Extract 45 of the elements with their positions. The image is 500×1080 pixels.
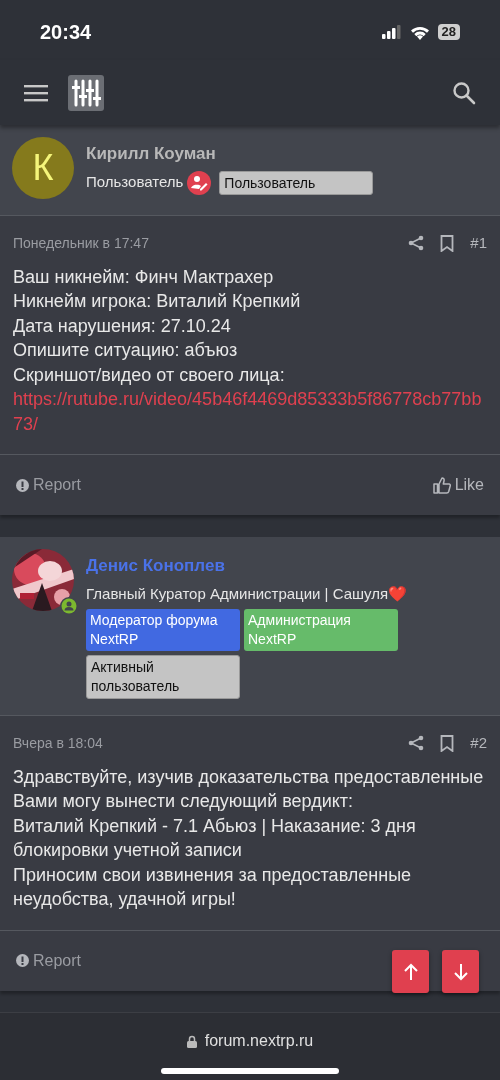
bookmark-icon[interactable] — [440, 234, 455, 252]
alert-icon — [16, 954, 29, 967]
share-icon[interactable] — [408, 735, 425, 752]
post-date[interactable]: Вчера в 18:04 — [13, 732, 103, 754]
user-banner: Активный пользователь — [86, 655, 240, 699]
post-date[interactable]: Понедельник в 17:47 — [13, 232, 149, 254]
arrow-up-icon — [402, 962, 419, 981]
post-text: Никнейм игрока: Виталий Крепкий — [13, 290, 302, 313]
lock-icon — [186, 1034, 197, 1048]
username-link[interactable]: Денис Коноплев — [86, 553, 408, 579]
share-icon[interactable] — [408, 235, 425, 252]
user-banner: Модератор форума NextRP — [86, 609, 240, 651]
user-banner: Администрация NextRP — [244, 609, 398, 651]
link[interactable]: https://rutube.ru/video/45b46f4469d85333b5f86778cb77bb73/ — [13, 387, 487, 436]
thumbs-up-icon — [432, 476, 451, 494]
username-link[interactable]: Кирилл Коуман — [86, 141, 374, 167]
post-text: Виталий Крепкий - 7.1 Абьюз | Наказание: 3 дня блокировки учетной записи — [13, 814, 417, 862]
user-title: Пользователь — [86, 172, 184, 193]
arrow-down-icon — [452, 962, 469, 981]
sliders-icon[interactable] — [68, 74, 104, 111]
bookmark-icon[interactable] — [440, 734, 455, 752]
scroll-down-button[interactable] — [442, 950, 479, 993]
avatar-letter[interactable]: К — [12, 137, 74, 199]
url-text[interactable]: forum.nextrp.ru — [204, 1029, 314, 1053]
user-banner: Пользователь — [219, 170, 374, 195]
report-button[interactable]: Report — [16, 948, 82, 973]
clock-time: 20:34 — [40, 20, 92, 45]
scroll-up-button[interactable] — [392, 950, 429, 993]
post-text: Ваш никнейм: Финч Мактрахер — [13, 265, 275, 289]
search-icon[interactable] — [452, 80, 476, 105]
like-button[interactable]: Like — [432, 473, 484, 497]
post-number-link[interactable]: #2 — [470, 732, 487, 755]
post-text: Здравствуйте, изучив доказательства предоставленные Вами могу вынести следующий вердикт: — [13, 765, 485, 813]
post-text: Дата нарушения: 27.10.24 — [13, 314, 232, 338]
wifi-icon — [409, 24, 430, 40]
post-text: Опишите ситуацию: абъюз — [13, 339, 239, 362]
signal-icon — [381, 25, 402, 39]
user-title: Главный Куратор Администрации | Сашуля❤ — [86, 583, 408, 604]
alert-icon — [16, 478, 29, 492]
menu-icon[interactable] — [24, 83, 48, 102]
report-button[interactable]: Report — [16, 473, 82, 497]
battery-level: 28 — [437, 24, 460, 40]
post-text: Скриншот/видео от своего лица: — [13, 363, 286, 387]
post-text: Приносим свои извинения за предоставленные неудобства, удачной игры! — [13, 863, 413, 911]
post-number-link[interactable]: #1 — [470, 232, 487, 255]
